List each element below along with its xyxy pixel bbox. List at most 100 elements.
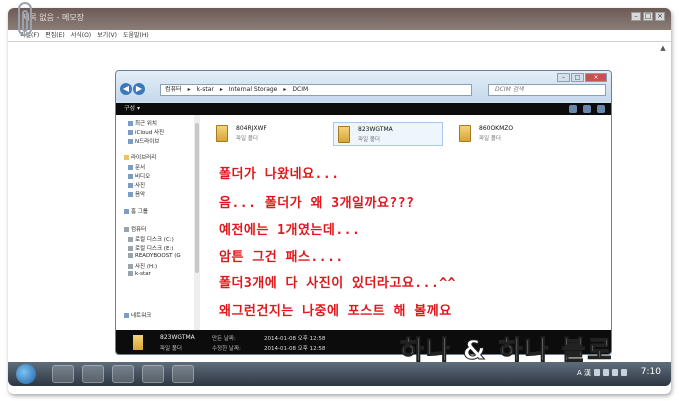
computer-icon <box>124 227 129 232</box>
documents-icon <box>128 165 133 170</box>
notepad-title-bar: 제목 없음 - 메모장 – □ × <box>8 8 671 30</box>
system-tray <box>594 369 627 376</box>
taskbar: A 漢 7:10 <box>8 362 671 386</box>
nav-drive-h[interactable]: 사진 (H:) <box>128 262 157 270</box>
explorer-window-controls: – □ × <box>557 73 607 82</box>
breadcrumb-separator-icon: ▸ <box>187 86 191 93</box>
nav-icloud[interactable]: iCloud 사진 <box>128 128 164 136</box>
explorer-title-bar: – □ × ◀ ▶ 컴퓨터 ▸ k-star ▸ Internal Storag… <box>116 71 611 101</box>
folder-type: 파일 폴더 <box>479 136 501 142</box>
tray-icon[interactable] <box>621 369 627 376</box>
start-button[interactable] <box>16 364 36 384</box>
nav-documents[interactable]: 문서 <box>128 163 145 171</box>
details-modified-label: 수정한 날짜: <box>212 346 241 352</box>
folder-name: 804RJXWF <box>236 125 267 132</box>
menu-view[interactable]: 보기(V) <box>97 30 117 41</box>
folder-item[interactable]: 860OKMZO 파일 폴더 <box>455 122 565 146</box>
overlay-caption: 폴더3개에 다 사진이 있더라고요...^^ <box>219 276 456 291</box>
icloud-icon <box>128 130 133 135</box>
nav-network[interactable]: 네트워크 <box>124 311 151 319</box>
back-arrow-icon[interactable]: ◀ <box>120 83 132 95</box>
nav-scroll-thumb[interactable] <box>195 123 199 273</box>
explorer-taskbar-icon[interactable] <box>82 365 104 383</box>
nav-music[interactable]: 음악 <box>128 190 145 198</box>
folder-icon <box>133 335 143 350</box>
details-type: 파일 폴더 <box>160 346 182 352</box>
help-icon[interactable] <box>597 105 605 113</box>
nav-recent[interactable]: 최근 위치 <box>128 119 157 127</box>
tray-icon[interactable] <box>612 369 618 376</box>
overlay-caption: 예전에는 1개였는데... <box>219 223 361 238</box>
preview-pane-icon[interactable] <box>583 105 591 113</box>
folder-icon <box>459 125 471 142</box>
breadcrumb-dcim[interactable]: DCIM <box>292 85 308 95</box>
explorer-toolbar: 구성 ▾ <box>116 103 611 115</box>
address-bar[interactable]: 컴퓨터 ▸ k-star ▸ Internal Storage ▸ DCIM <box>160 84 472 96</box>
details-created-label: 만든 날짜: <box>212 336 236 342</box>
nav-homegroup[interactable]: 홈 그룹 <box>124 207 148 215</box>
ime-indicator[interactable]: A 漢 <box>577 368 591 378</box>
drive-icon <box>128 246 133 251</box>
explorer-maximize-button[interactable]: □ <box>571 73 584 82</box>
pictures-icon <box>128 183 133 188</box>
scroll-up-icon[interactable]: ▲ <box>659 44 667 52</box>
folder-icon <box>338 126 350 143</box>
menu-help[interactable]: 도움말(H) <box>123 30 149 41</box>
notepad-window-controls: – □ × <box>631 12 665 21</box>
recent-places-icon <box>128 121 133 126</box>
folder-item[interactable]: 804RJXWF 파일 폴더 <box>212 122 322 146</box>
folder-type: 파일 폴더 <box>358 137 380 143</box>
videos-icon <box>128 174 133 179</box>
overlay-caption: 음... 폴더가 왜 3개일까요??? <box>219 196 415 211</box>
folder-icon <box>216 125 228 142</box>
drive-icon <box>128 264 133 269</box>
folder-item-selected[interactable]: 823WGTMA 파일 폴더 <box>333 122 443 146</box>
forward-arrow-icon[interactable]: ▶ <box>133 83 145 95</box>
breadcrumb-storage[interactable]: Internal Storage <box>229 85 278 95</box>
homegroup-icon <box>124 209 129 214</box>
tray-icon[interactable] <box>594 369 600 376</box>
overlay-caption: 암튼 그건 패스.... <box>219 250 344 265</box>
nav-kstar[interactable]: k-star <box>128 271 151 277</box>
nav-pictures[interactable]: 사진 <box>128 181 145 189</box>
breadcrumb-kstar[interactable]: k-star <box>197 85 214 95</box>
nav-ndrive[interactable]: N드라이브 <box>128 137 159 145</box>
notepad-scrollbar[interactable]: ▲ <box>659 44 667 378</box>
nav-libraries-header[interactable]: 라이브러리 <box>124 153 156 161</box>
nav-readyboost[interactable]: READYBOOST (G <box>128 253 181 259</box>
chrome-icon[interactable] <box>142 365 164 383</box>
breadcrumb-separator-icon: ▸ <box>283 86 287 93</box>
maximize-button[interactable]: □ <box>643 12 653 21</box>
view-icon[interactable] <box>569 105 577 113</box>
network-icon <box>124 313 129 318</box>
explorer-minimize-button[interactable]: – <box>557 73 570 82</box>
ie-icon[interactable] <box>52 365 74 383</box>
notepad-menu-bar: 파일(F) 편집(E) 서식(O) 보기(V) 도움말(H) <box>8 30 671 42</box>
library-icon <box>124 155 129 160</box>
nav-drive-e[interactable]: 로컬 디스크 (E:) <box>128 244 173 252</box>
organize-button[interactable]: 구성 ▾ <box>124 105 140 112</box>
folder-name: 860OKMZO <box>479 125 514 132</box>
menu-edit[interactable]: 편집(E) <box>45 30 65 41</box>
nav-drive-c[interactable]: 로컬 디스크 (C:) <box>128 235 174 243</box>
ndrive-icon <box>128 139 133 144</box>
minimize-button[interactable]: – <box>631 12 641 21</box>
close-button[interactable]: × <box>655 12 665 21</box>
breadcrumb-computer[interactable]: 컴퓨터 <box>165 85 182 95</box>
search-input[interactable]: DCIM 검색 <box>488 84 606 96</box>
menu-format[interactable]: 서식(O) <box>71 30 91 41</box>
folder-name: 823WGTMA <box>358 126 393 133</box>
tray-icon[interactable] <box>603 369 609 376</box>
clock[interactable]: 7:10 <box>641 367 661 377</box>
navigation-pane: 최근 위치 iCloud 사진 N드라이브 라이브러리 문서 비디오 사진 음악… <box>116 115 194 330</box>
nav-computer-header[interactable]: 컴퓨터 <box>124 225 146 233</box>
overlay-caption: 폴더가 나왔네요... <box>219 167 340 182</box>
media-player-icon[interactable] <box>112 365 134 383</box>
explorer-close-button[interactable]: × <box>585 73 607 82</box>
pen-app-icon[interactable] <box>172 365 194 383</box>
details-created: 2014-01-08 오후 12:58 <box>264 336 326 342</box>
toolbar-icons <box>569 105 605 113</box>
breadcrumb-separator-icon: ▸ <box>219 86 223 93</box>
overlay-caption: 왜그런건지는 나중에 포스트 해 볼께요 <box>219 304 452 319</box>
nav-videos[interactable]: 비디오 <box>128 172 150 180</box>
